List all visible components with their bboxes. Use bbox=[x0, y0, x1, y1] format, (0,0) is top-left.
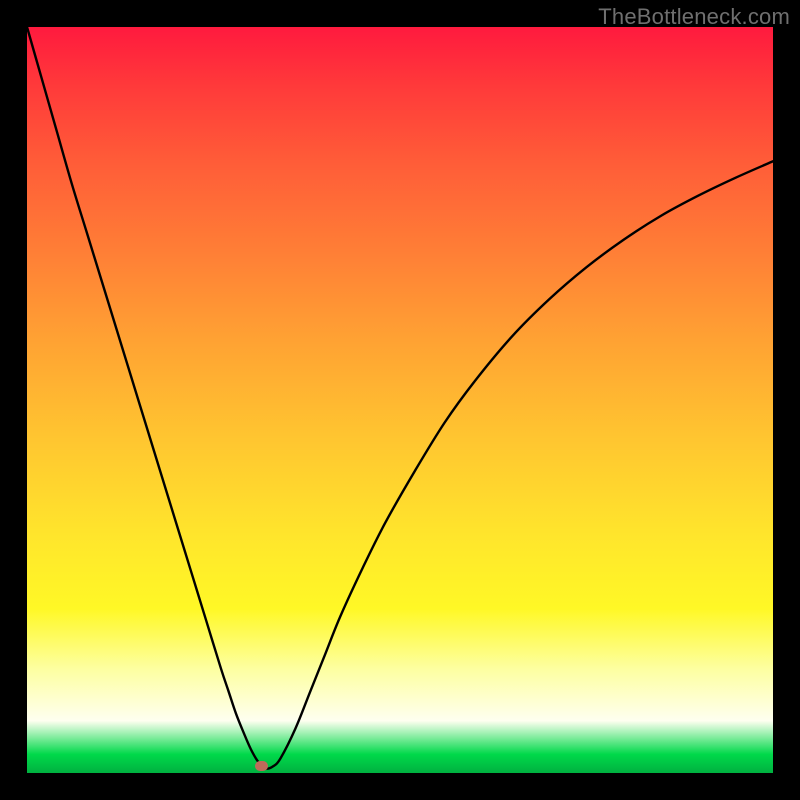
chart-stage: TheBottleneck.com bbox=[0, 0, 800, 800]
curve-path bbox=[27, 27, 773, 769]
plot-area bbox=[27, 27, 773, 773]
bottleneck-curve bbox=[27, 27, 773, 773]
optimal-point-marker bbox=[255, 761, 268, 771]
